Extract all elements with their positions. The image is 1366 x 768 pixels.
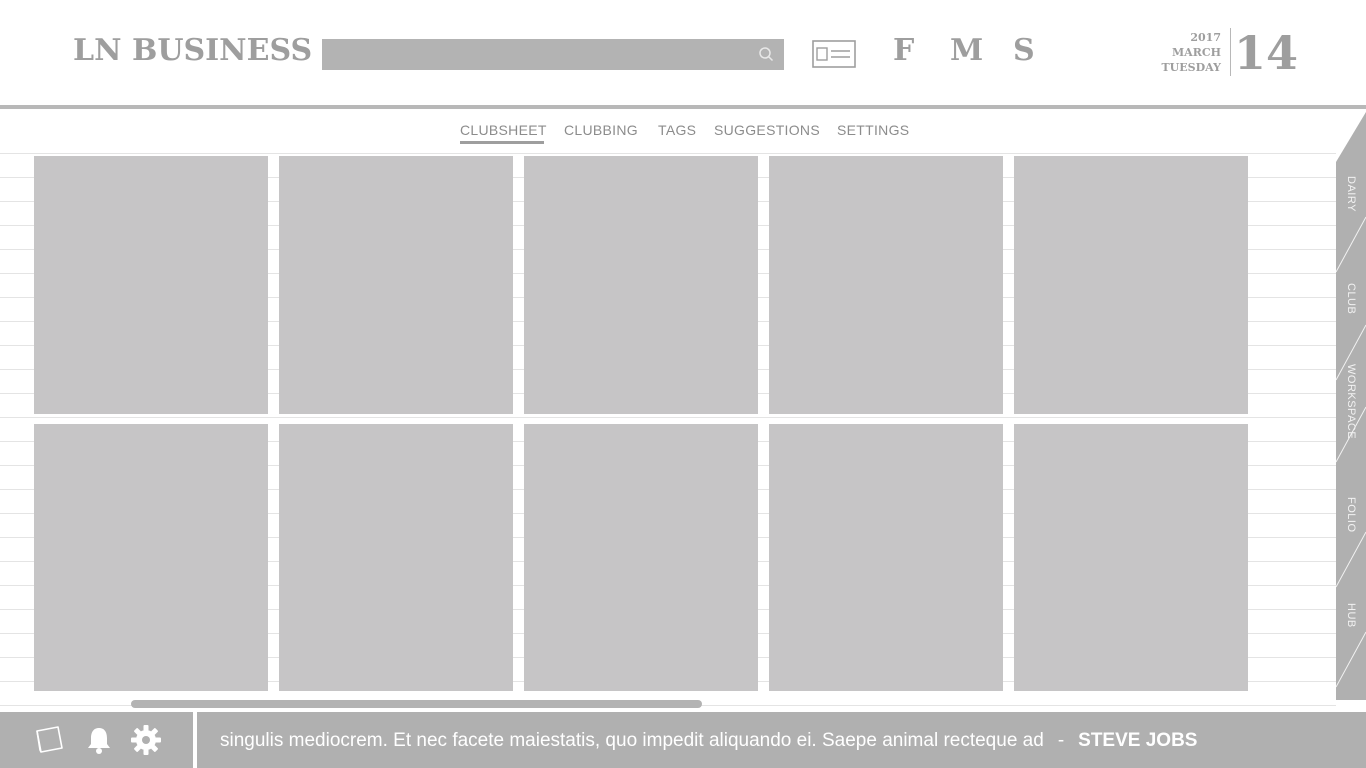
- side-tab-workspace[interactable]: WORKSPACE: [1341, 364, 1361, 439]
- id-card-icon[interactable]: [812, 40, 856, 68]
- tab-clubbing[interactable]: CLUBBING: [564, 122, 638, 138]
- search-input[interactable]: [322, 39, 784, 70]
- notes-icon[interactable]: [34, 724, 66, 756]
- quick-link-m[interactable]: M: [950, 33, 983, 68]
- tab-suggestions[interactable]: SUGGESTIONS: [714, 122, 820, 138]
- side-tab-folio[interactable]: FOLIO: [1341, 497, 1361, 533]
- side-tab-hub[interactable]: HUB: [1341, 603, 1361, 628]
- date-month: MARCH: [1171, 46, 1221, 59]
- tile[interactable]: [524, 156, 758, 414]
- tile[interactable]: [279, 156, 513, 414]
- header: LN BUSINESS F M S 2017 MARCH TUESDAY 14: [0, 0, 1366, 105]
- tile[interactable]: [769, 424, 1003, 691]
- tab-tags[interactable]: TAGS: [658, 122, 696, 138]
- tile[interactable]: [34, 156, 268, 414]
- date-divider: [1230, 28, 1231, 76]
- tile[interactable]: [279, 424, 513, 691]
- app-logo[interactable]: LN BUSINESS: [73, 33, 312, 68]
- quote-separator: -: [1057, 730, 1065, 751]
- date-day: 14: [1234, 26, 1299, 80]
- search-icon[interactable]: [758, 46, 774, 62]
- footer-quote: singulis mediocrem. Et nec facete maiest…: [220, 730, 1197, 752]
- footer-divider: [193, 712, 197, 768]
- tile[interactable]: [34, 424, 268, 691]
- date-weekday: TUESDAY: [1161, 61, 1222, 74]
- active-tab-indicator: [460, 141, 544, 144]
- tile[interactable]: [524, 424, 758, 691]
- tile[interactable]: [1014, 424, 1248, 691]
- quick-link-f[interactable]: F: [893, 33, 914, 68]
- side-tab-dairy[interactable]: DAIRY: [1341, 176, 1361, 212]
- tab-settings[interactable]: SETTINGS: [837, 122, 909, 138]
- side-tab-club[interactable]: CLUB: [1341, 283, 1361, 314]
- quick-link-s[interactable]: S: [1013, 33, 1035, 68]
- tile[interactable]: [769, 156, 1003, 414]
- quote-author: STEVE JOBS: [1078, 730, 1198, 751]
- tile[interactable]: [1014, 156, 1248, 414]
- quote-text: singulis mediocrem. Et nec facete maiest…: [220, 730, 1044, 751]
- tab-clubsheet[interactable]: CLUBSHEET: [460, 122, 547, 138]
- date-year: 2017: [1190, 31, 1221, 44]
- bell-icon[interactable]: [83, 724, 115, 756]
- gear-icon[interactable]: [130, 724, 162, 756]
- horizontal-scrollbar[interactable]: [131, 700, 702, 708]
- top-nav: CLUBSHEET CLUBBING TAGS SUGGESTIONS SETT…: [0, 109, 1366, 153]
